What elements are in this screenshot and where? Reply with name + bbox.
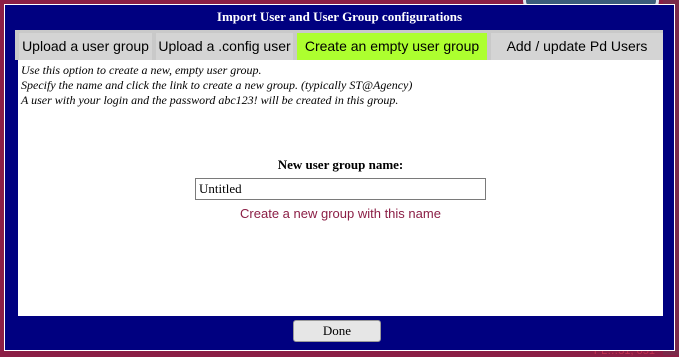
tab-content-panel: Use this option to create a new, empty u…: [18, 60, 663, 316]
instructions: Use this option to create a new, empty u…: [21, 63, 412, 108]
instruction-line: Specify the name and click the link to c…: [21, 78, 413, 92]
tab-upload-config-user[interactable]: Upload a .config user: [156, 33, 293, 60]
dialog-title: Import User and User Group configuration…: [216, 9, 463, 24]
tab-create-empty-group[interactable]: Create an empty user group: [297, 33, 487, 60]
instruction-line: A user with your login and the password …: [21, 93, 399, 107]
tab-upload-user-group[interactable]: Upload a user group: [19, 33, 152, 60]
import-dialog: Import User and User Group configuration…: [4, 4, 675, 351]
create-group-link[interactable]: Create a new group with this name: [18, 206, 663, 221]
instruction-line: Use this option to create a new, empty u…: [21, 63, 262, 77]
group-name-label: New user group name:: [277, 157, 404, 172]
tab-bar: Upload a user group Upload a .config use…: [15, 30, 663, 60]
group-name-input[interactable]: [195, 178, 486, 200]
done-button[interactable]: Done: [293, 320, 381, 342]
tab-add-update-pd-users[interactable]: Add / update Pd Users: [491, 33, 663, 60]
